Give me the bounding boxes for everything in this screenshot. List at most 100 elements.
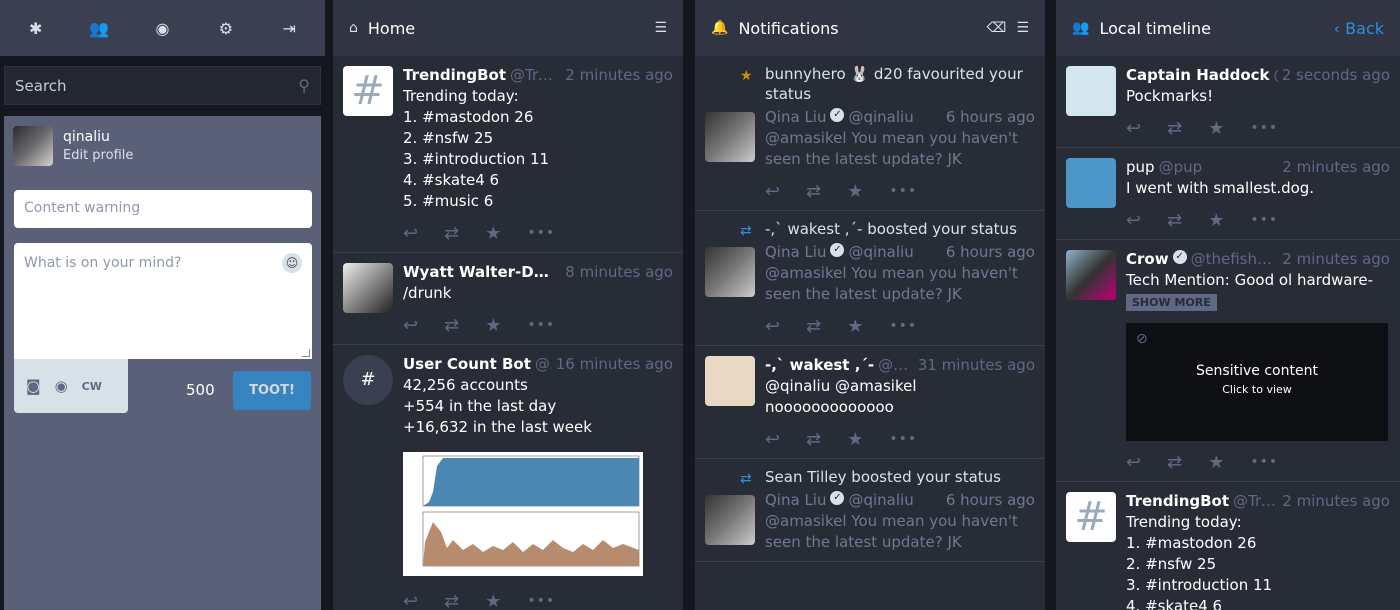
timestamp[interactable]: 6 hours ago [946,108,1035,128]
timestamp[interactable]: 16 minutes ago [556,355,673,375]
display-name[interactable]: User Count Bot [403,355,531,375]
display-name[interactable]: Qina Liu [765,491,826,511]
avatar[interactable] [705,495,755,545]
status-item[interactable]: # TrendingBot @TrendingBot 2 minutes ago… [333,56,683,253]
notification-boost[interactable]: ⇄ Sean Tilley boosted your status Qina Li… [695,459,1045,562]
emoji-picker-icon[interactable]: ☺ [282,253,302,273]
reply-icon[interactable]: ↩ [1126,210,1141,231]
content-warning-input[interactable]: Content warning [14,190,312,228]
boost-icon[interactable]: ⇄ [444,315,459,336]
more-icon[interactable]: ••• [889,431,917,447]
globe-icon[interactable]: ◉ [55,377,68,395]
status-item[interactable]: # User Count Bot @usercount 16 minutes a… [333,345,683,610]
account-handle[interactable]: @TrendingBot [1233,492,1278,512]
camera-icon[interactable]: ◙ [26,377,41,395]
favourite-icon[interactable]: ★ [485,315,501,336]
column-title[interactable]: Local timeline [1099,19,1323,38]
timestamp[interactable]: 2 minutes ago [1282,492,1390,512]
reply-icon[interactable]: ↩ [1126,118,1141,139]
reply-icon[interactable]: ↩ [403,223,418,244]
display-name[interactable]: Qina Liu [765,243,826,263]
settings-sliders-icon[interactable]: ☰ [1016,20,1029,36]
favourite-icon[interactable]: ★ [847,316,863,337]
display-name[interactable]: pup [1126,158,1155,178]
avatar[interactable] [1066,158,1116,208]
favourite-icon[interactable]: ★ [847,181,863,202]
display-name[interactable]: Captain Haddock [1126,66,1270,86]
eraser-icon[interactable]: ⌫ [987,20,1007,36]
avatar[interactable] [705,247,755,297]
account-handle[interactable]: @wakest [878,356,914,376]
avatar[interactable] [705,356,755,406]
timestamp[interactable]: 31 minutes ago [918,356,1035,376]
reply-icon[interactable]: ↩ [765,316,780,337]
avatar[interactable] [1066,66,1116,116]
status-item[interactable]: Crow✓ @thefishcrow 2 minutes ago Tech Me… [1056,240,1400,482]
boost-icon[interactable]: ⇄ [444,223,459,244]
notification-mention[interactable]: -,` wakest ,´- @wakest 31 minutes ago @q… [695,346,1045,459]
avatar[interactable] [343,263,393,313]
boost-icon[interactable]: ⇄ [1167,118,1182,139]
status-item[interactable]: pup @pup 2 minutes ago I went with small… [1056,148,1400,240]
display-name[interactable]: Crow [1126,250,1169,270]
notification-boost[interactable]: ⇄ -,` wakest ,´- boosted your status Qina… [695,211,1045,346]
status-item[interactable]: # TrendingBot @TrendingBot 2 minutes ago… [1056,482,1400,610]
reply-icon[interactable]: ↩ [1126,452,1141,473]
settings-sliders-icon[interactable]: ☰ [654,20,667,36]
toot-button[interactable]: TOOT! [233,371,311,410]
edit-profile-link[interactable]: Edit profile [63,148,133,163]
display-name[interactable]: TrendingBot [1126,492,1229,512]
more-icon[interactable]: ••• [1250,454,1278,470]
show-more-button[interactable]: SHOW MORE [1126,294,1217,311]
avatar[interactable]: # [343,355,393,405]
more-icon[interactable]: ••• [1250,120,1278,136]
avatar[interactable]: # [1066,492,1116,542]
sensitive-media[interactable]: ⊘ Sensitive content Click to view [1126,323,1388,441]
boost-icon[interactable]: ⇄ [444,591,459,610]
reply-icon[interactable]: ↩ [403,591,418,610]
more-icon[interactable]: ••• [889,318,917,334]
media-attachment-chart[interactable] [403,452,643,576]
account-handle[interactable]: @Haddock [1274,66,1278,86]
boost-icon[interactable]: ⇄ [806,429,821,450]
status-item[interactable]: Captain Haddock @Haddock 2 seconds ago P… [1056,56,1400,148]
timestamp[interactable]: 8 minutes ago [565,263,673,283]
timestamp[interactable]: 6 hours ago [946,491,1035,511]
status-item[interactable]: Wyatt Walter-Dawahare 8 minutes ago /dru… [333,253,683,345]
column-title[interactable]: Notifications [738,19,976,38]
more-icon[interactable]: ••• [1250,212,1278,228]
boost-icon[interactable]: ⇄ [1167,452,1182,473]
favourite-icon[interactable]: ★ [485,591,501,610]
boost-icon[interactable]: ⇄ [806,181,821,202]
cw-button[interactable]: CW [82,380,102,393]
display-name[interactable]: -,` wakest ,´- [765,356,874,376]
globe-icon[interactable]: ◉ [142,8,182,48]
favourite-icon[interactable]: ★ [847,429,863,450]
status-textarea[interactable]: What is on your mind? ☺ [14,243,312,359]
reply-icon[interactable]: ↩ [765,429,780,450]
favourite-icon[interactable]: ★ [1208,210,1224,231]
avatar[interactable] [705,112,755,162]
more-icon[interactable]: ••• [527,593,555,609]
favourite-icon[interactable]: ★ [485,223,501,244]
back-button[interactable]: ‹ Back [1334,19,1384,38]
column-title[interactable]: Home [368,19,645,38]
more-icon[interactable]: ••• [527,317,555,333]
boost-icon[interactable]: ⇄ [806,316,821,337]
avatar[interactable] [1066,250,1116,300]
gear-icon[interactable]: ⚙ [206,8,246,48]
search-icon[interactable]: ⚲ [298,76,310,95]
account-handle[interactable]: @usercount [535,355,552,375]
timestamp[interactable]: 2 seconds ago [1282,66,1390,86]
timestamp[interactable]: 2 minutes ago [1282,158,1390,178]
more-icon[interactable]: ••• [527,225,555,241]
more-icon[interactable]: ••• [889,183,917,199]
sign-out-icon[interactable]: ⇥ [269,8,309,48]
account-handle[interactable]: @qinaliu [848,491,941,511]
display-name[interactable]: Wyatt Walter-Dawahare [403,263,557,283]
search-input[interactable]: Search ⚲ [4,66,321,105]
asterisk-icon[interactable]: ✱ [16,8,56,48]
display-name[interactable]: TrendingBot [403,66,506,86]
favourite-icon[interactable]: ★ [1208,118,1224,139]
account-handle[interactable]: @TrendingBot [510,66,561,86]
